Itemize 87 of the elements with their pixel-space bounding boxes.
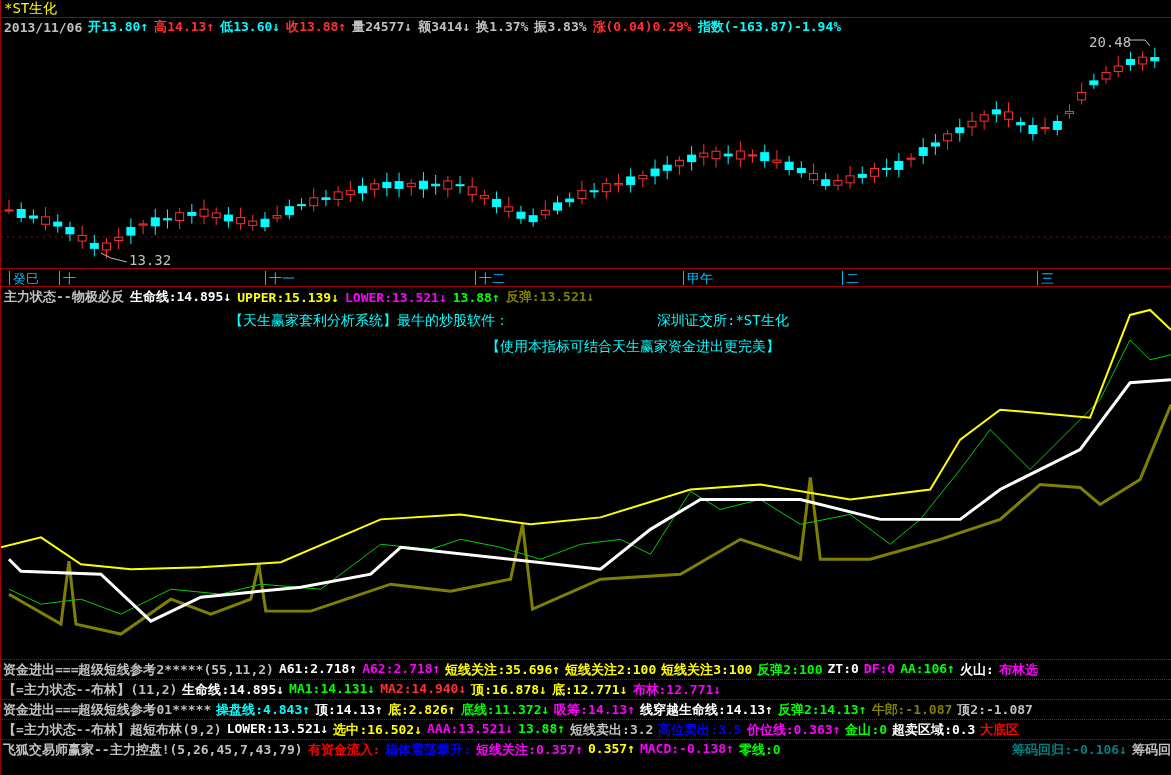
indicator-value: 顶:16.878↓	[471, 680, 547, 699]
indicator-value: 生命线:14.895↓	[182, 680, 285, 699]
axis-tick	[59, 271, 60, 285]
axis-tick	[1037, 271, 1038, 285]
indicator-value: 金山:0	[845, 720, 888, 739]
quote-value: 量24577↓	[352, 18, 413, 36]
axis-label: 十	[63, 270, 76, 288]
axis-label: 三	[1041, 270, 1054, 288]
indicator-value: 箱体震荡攀升:	[385, 740, 472, 759]
indicator-value: 顶2:-1.087	[957, 700, 1033, 719]
indicator-value: 吸筹:14.13↑	[554, 700, 636, 719]
indicator-value: 底:2.826↑	[387, 700, 456, 719]
indicator-value: DF:0	[863, 660, 896, 678]
indicator-value: 牛郎:-1.087	[871, 700, 953, 719]
indicator-value: MA1:14.131↓	[289, 680, 376, 698]
note-text: 【天生赢家套利分析系统】最牛的炒股软件：	[229, 312, 509, 330]
indicator-value: MA2:14.940↓	[380, 680, 467, 698]
indicator-value: A61:2.718↑	[278, 660, 358, 678]
quote-value: 2013/11/06	[4, 19, 83, 35]
indicator-value: AAA:13.521↓	[427, 720, 514, 738]
indicator-value: 布林选	[998, 660, 1038, 679]
quote-value: 换1.37%	[476, 18, 529, 36]
indicator-value: 布林:12.771↓	[632, 680, 722, 699]
indicator-value: 短线卖出:3.2	[570, 720, 654, 739]
axis-tick	[842, 271, 843, 285]
axis-label: 甲午	[687, 270, 713, 288]
quote-value: 指数(-163.87)-1.94%	[697, 18, 842, 36]
axis-tick	[475, 271, 476, 285]
axis-label: 十二	[479, 270, 505, 288]
quote-value: 开13.80↑	[88, 18, 149, 36]
high-price-label: 20.48	[1089, 34, 1132, 50]
indicator-value: 操盘线:4.843↑	[216, 700, 311, 719]
indicator-value: 反弹:13.521↓	[505, 288, 595, 306]
indicator-value: 短线关注:35.696↑	[445, 660, 561, 679]
indicator-value: 火山:	[959, 660, 994, 679]
indicator-value: 有资金流入:	[307, 740, 381, 759]
indicator-value: 反弹2:14.13↑	[777, 700, 867, 719]
indicator-value: 反弹2:100	[757, 660, 823, 679]
quote-value: 收13.88↑	[286, 18, 347, 36]
indicator-value: 主力状态--物极必反	[4, 288, 124, 306]
indicator-value: LOWER:13.521↓	[226, 720, 329, 738]
stock-title: *ST生化	[4, 0, 58, 18]
indicator-value: 飞狐交易师赢家--主力控盘!(5,26,45,7,43,79)	[3, 740, 303, 759]
axis-label: 二	[846, 270, 859, 288]
indicator-value: 零线:0	[738, 740, 781, 759]
indicator-value: 资金进出===超级短线参考01*****	[3, 700, 212, 719]
indicator-value: LOWER:13.521↓	[345, 289, 447, 305]
indicator-value: 底线:11.372↓	[460, 700, 550, 719]
axis-label: 癸巳	[13, 270, 39, 288]
indicator-value: 底:12.771↓	[551, 680, 628, 699]
indicator-value: 选中:16.502↓	[333, 720, 422, 739]
indicator-value: 0.357↑	[588, 740, 635, 758]
leader-line	[100, 252, 128, 263]
quote-value: 低13.60↓	[220, 18, 281, 36]
quote-value: 额3414↓	[418, 18, 471, 36]
low-price-label: 13.32	[129, 252, 172, 268]
indicator-value: 短线关注:0.357↑	[476, 740, 583, 759]
indicator-value: 资金进出===超级短线参考2*****(55,11,2)	[3, 660, 274, 679]
axis-label: 十一	[269, 270, 295, 288]
quote-value: 高14.13↑	[154, 18, 215, 36]
indicator-value: MACD:-0.138↑	[639, 740, 734, 758]
axis-tick	[265, 271, 266, 285]
indicator-value: 【=主力状态--布林】(11,2)	[3, 680, 178, 699]
axis-tick	[9, 271, 10, 285]
indicator-value: 超卖区域:0.3	[892, 720, 976, 739]
indicator-value: 筹码回	[1132, 740, 1171, 759]
indicator-value: 线穿越生命线:14.13↑	[640, 700, 773, 719]
quote-value: 振3.83%	[534, 18, 587, 36]
indicator-value: 价位线:0.363↑	[746, 720, 841, 739]
indicator-value: ZT:0	[827, 660, 859, 678]
note-text: 深圳证交所:*ST生化	[657, 312, 789, 330]
indicator-value: 短线关注3:100	[661, 660, 753, 679]
indicator-value: UPPER:15.139↓	[237, 289, 340, 305]
quote-value: 涨(0.04)0.29%	[592, 18, 692, 36]
indicator-value: 13.88↑	[518, 720, 566, 738]
indicator-value: A62:2.718↑	[362, 660, 441, 678]
indicator-value: 13.88↑	[452, 289, 500, 305]
indicator-value: 大底区	[980, 720, 1020, 739]
indicator-value: 高位卖出:3.5	[658, 720, 742, 739]
axis-tick	[683, 271, 684, 285]
indicator-value: AA:106↑	[900, 660, 955, 678]
indicator-value: 顶:14.13↑	[315, 700, 383, 719]
indicator-value: 生命线:14.895↓	[129, 288, 232, 306]
indicator-value: 【=主力状态--布林】超短布林(9,2)	[3, 720, 222, 739]
indicator-value: 筹码回归:-0.106↓	[1012, 740, 1127, 759]
indicator-value: 短线关注2:100	[565, 660, 657, 679]
note-text: 【使用本指标可结合天生赢家资金进出更完美】	[486, 338, 780, 356]
